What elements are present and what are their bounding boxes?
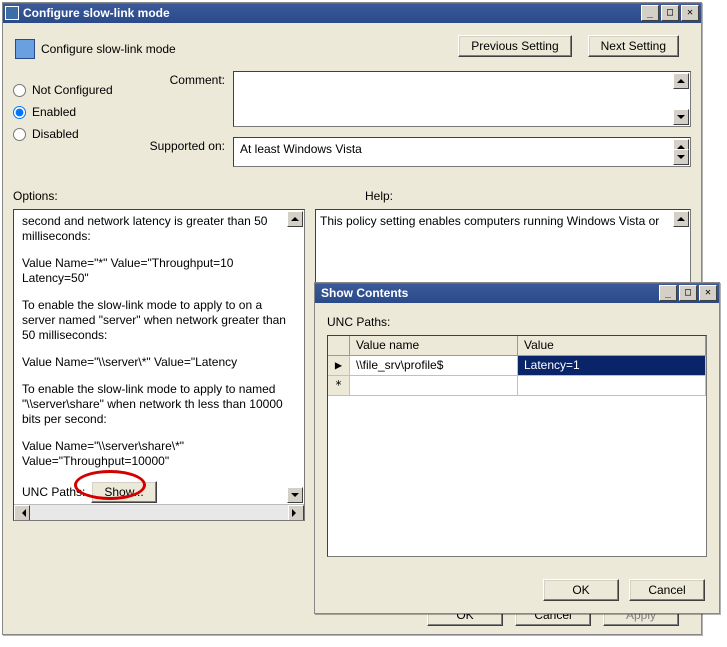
ok-button[interactable]: OK bbox=[543, 579, 619, 601]
options-pane: second and network latency is greater th… bbox=[13, 209, 305, 521]
state-radio-group: Not Configured Enabled Disabled bbox=[13, 71, 143, 177]
unc-paths-grid[interactable]: Value name Value ▶ \\file_srv\profile$ L… bbox=[327, 335, 707, 557]
scroll-up-button[interactable] bbox=[287, 211, 303, 227]
value-name-cell[interactable] bbox=[350, 376, 518, 396]
unc-paths-label: UNC Paths: bbox=[327, 315, 707, 329]
window-title: Show Contents bbox=[317, 286, 657, 300]
help-label: Help: bbox=[365, 189, 691, 203]
radio-label: Enabled bbox=[32, 105, 76, 119]
radio-enabled[interactable]: Enabled bbox=[13, 105, 143, 119]
window-title: Configure slow-link mode bbox=[23, 6, 639, 20]
comment-textarea[interactable] bbox=[233, 71, 691, 127]
grid-body: ▶ \\file_srv\profile$ Latency=1 * bbox=[328, 356, 706, 556]
table-row[interactable]: ▶ \\file_srv\profile$ Latency=1 bbox=[328, 356, 706, 376]
options-text: Value Name="\\server\share\*" Value="Thr… bbox=[22, 439, 296, 469]
options-text: Value Name="*" Value="Throughput=10 Late… bbox=[22, 256, 296, 286]
close-button[interactable]: ✕ bbox=[699, 285, 717, 301]
options-text: Value Name="\\server\*" Value="Latency bbox=[22, 355, 296, 370]
comment-label: Comment: bbox=[143, 71, 233, 127]
scroll-down-button[interactable] bbox=[673, 109, 689, 125]
row-indicator: ▶ bbox=[328, 356, 350, 376]
supported-on-label: Supported on: bbox=[143, 137, 233, 167]
supported-on-value: At least Windows Vista bbox=[240, 142, 362, 156]
horizontal-scrollbar[interactable] bbox=[14, 504, 304, 520]
maximize-button[interactable]: □ bbox=[679, 285, 697, 301]
next-setting-button[interactable]: Next Setting bbox=[588, 35, 679, 57]
app-icon bbox=[5, 6, 19, 20]
help-text: This policy setting enables computers ru… bbox=[320, 214, 659, 228]
options-label: Options: bbox=[13, 189, 365, 203]
scroll-down-button[interactable] bbox=[287, 487, 303, 503]
options-text: To enable the slow-link mode to apply to… bbox=[22, 298, 296, 343]
scroll-down-button[interactable] bbox=[673, 149, 689, 165]
radio-disabled[interactable]: Disabled bbox=[13, 127, 143, 141]
grid-header: Value name Value bbox=[328, 336, 706, 356]
minimize-button[interactable]: _ bbox=[641, 5, 659, 21]
cancel-button[interactable]: Cancel bbox=[629, 579, 705, 601]
show-button[interactable]: Show... bbox=[91, 481, 156, 503]
supported-on-field: At least Windows Vista bbox=[233, 137, 691, 167]
scroll-up-button[interactable] bbox=[673, 211, 689, 227]
minimize-button[interactable]: _ bbox=[659, 285, 677, 301]
row-selector-header bbox=[328, 336, 350, 355]
value-name-header[interactable]: Value name bbox=[350, 336, 518, 355]
scroll-left-button[interactable] bbox=[14, 505, 30, 521]
titlebar[interactable]: Configure slow-link mode _ □ ✕ bbox=[3, 3, 701, 23]
row-indicator: * bbox=[328, 376, 350, 396]
options-text: second and network latency is greater th… bbox=[22, 214, 296, 244]
new-row[interactable]: * bbox=[328, 376, 706, 396]
policy-icon bbox=[15, 39, 35, 59]
previous-setting-button[interactable]: Previous Setting bbox=[458, 35, 571, 57]
value-header[interactable]: Value bbox=[518, 336, 706, 355]
value-cell[interactable] bbox=[518, 376, 706, 396]
scroll-right-button[interactable] bbox=[288, 505, 304, 521]
value-cell[interactable]: Latency=1 bbox=[518, 356, 706, 376]
scrollbar-track[interactable] bbox=[30, 505, 288, 520]
unc-paths-label: UNC Paths: bbox=[22, 485, 85, 499]
radio-label: Disabled bbox=[32, 127, 79, 141]
titlebar[interactable]: Show Contents _ □ ✕ bbox=[315, 283, 719, 303]
heading-text: Configure slow-link mode bbox=[41, 42, 176, 56]
maximize-button[interactable]: □ bbox=[661, 5, 679, 21]
value-name-cell[interactable]: \\file_srv\profile$ bbox=[350, 356, 518, 376]
show-contents-dialog: Show Contents _ □ ✕ UNC Paths: Value nam… bbox=[314, 282, 720, 614]
radio-not-configured[interactable]: Not Configured bbox=[13, 83, 143, 97]
scroll-up-button[interactable] bbox=[673, 73, 689, 89]
close-button[interactable]: ✕ bbox=[681, 5, 699, 21]
radio-label: Not Configured bbox=[32, 83, 113, 97]
options-text: To enable the slow-link mode to apply to… bbox=[22, 382, 296, 427]
